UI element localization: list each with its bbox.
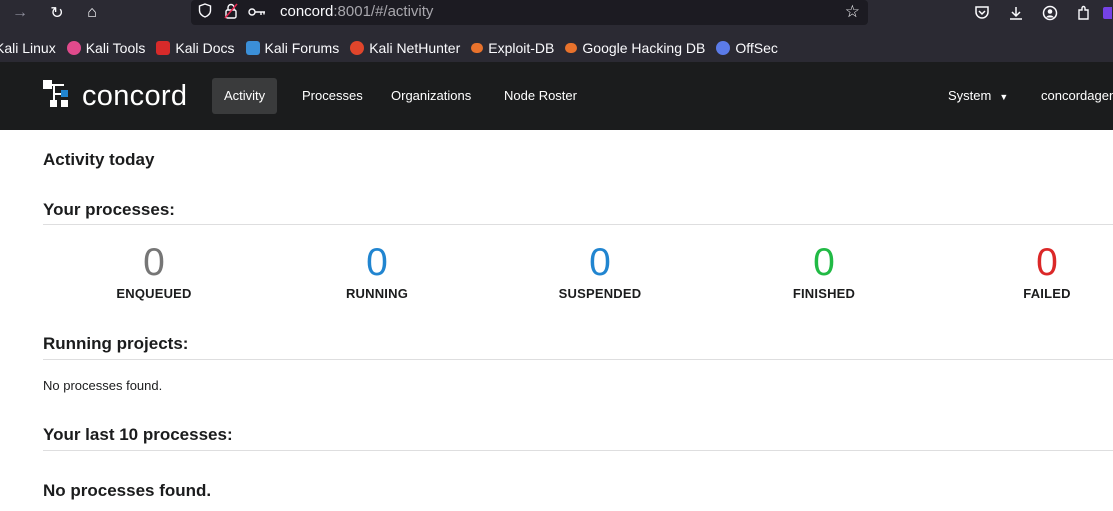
nav-activity[interactable]: Activity [212, 78, 278, 114]
nav-node-roster-label: Node Roster [504, 88, 577, 103]
profile-badge-icon[interactable] [1101, 0, 1113, 25]
kali-forums-favicon [245, 41, 260, 55]
bookmark-kali-tools[interactable]: Kali Tools [66, 40, 146, 56]
concord-logo[interactable]: concord [40, 77, 187, 116]
nav-organizations-label: Organizations [391, 88, 472, 103]
running-projects-heading: Running projects: [43, 334, 189, 353]
stat-suspended[interactable]: 0 SUSPENDED [500, 241, 700, 302]
stat-label: ENQUEUED [116, 286, 192, 301]
last-processes-heading: Your last 10 processes: [43, 425, 233, 444]
home-icon[interactable]: ⌂ [79, 0, 105, 25]
shield-icon[interactable] [198, 3, 212, 22]
url-path: :8001/#/activity [333, 3, 434, 20]
your-processes-heading: Your processes: [43, 200, 175, 219]
stat-value: 0 [143, 241, 165, 284]
bookmark-kali-forums[interactable]: Kali Forums [245, 40, 340, 56]
divider [43, 450, 1113, 451]
divider [43, 224, 1113, 225]
bookmark-label: Google Hacking DB [582, 40, 706, 56]
caret-down-icon: ▼ [999, 92, 1009, 102]
bookmark-offsec[interactable]: OffSec [716, 40, 778, 56]
stat-label: RUNNING [345, 286, 409, 301]
bookmark-label: Kali Linux [0, 40, 56, 56]
bookmark-kali-linux[interactable]: Kali Linux [0, 40, 56, 56]
stat-value: 0 [366, 241, 388, 284]
nav-processes[interactable]: Processes [290, 78, 375, 114]
url-text[interactable]: concord:8001/#/activity [280, 3, 433, 20]
extensions-icon[interactable] [1067, 0, 1101, 25]
url-bar[interactable]: concord:8001/#/activity ☆ [191, 0, 868, 25]
bookmark-label: Kali Docs [175, 40, 235, 56]
offsec-favicon [716, 41, 731, 55]
pocket-icon[interactable] [965, 0, 999, 25]
nav-node-roster[interactable]: Node Roster [492, 78, 589, 114]
kali-tools-favicon [66, 41, 81, 55]
stat-label: FINISHED [792, 286, 856, 301]
nav-user-menu[interactable]: concordagent [1029, 78, 1113, 114]
bookmark-label: Kali Forums [264, 40, 340, 56]
stat-finished[interactable]: 0 FINISHED [724, 241, 924, 302]
stat-running[interactable]: 0 RUNNING [277, 241, 477, 302]
page-title: Activity today [43, 150, 155, 169]
ghdb-favicon [565, 43, 578, 53]
toolbar-buttons [965, 0, 1113, 25]
bookmark-label: OffSec [735, 40, 778, 56]
insecure-lock-icon[interactable] [224, 2, 238, 23]
forward-icon[interactable]: → [7, 0, 33, 25]
stat-value: 0 [813, 241, 835, 284]
nav-user-label: concordagent [1041, 88, 1113, 103]
bookmark-label: Kali Tools [85, 40, 146, 56]
last-processes-empty: No processes found. [43, 481, 212, 500]
stat-label: FAILED [1023, 286, 1071, 301]
stat-value: 0 [1036, 241, 1058, 284]
key-icon[interactable] [248, 4, 266, 21]
browser-toolbar: → ↻ ⌂ concord:8001/#/activity ☆ [0, 0, 1113, 25]
app-navbar: concord Activity Processes Organizations… [0, 62, 1113, 130]
kali-docs-favicon [156, 41, 171, 55]
exploit-db-favicon [471, 43, 484, 53]
kali-nethunter-favicon [350, 41, 365, 55]
bookmark-kali-docs[interactable]: Kali Docs [156, 40, 235, 56]
divider [43, 359, 1113, 360]
stat-label: SUSPENDED [558, 286, 642, 301]
bookmarks-toolbar: Kali Linux Kali Tools Kali Docs Kali For… [0, 34, 1113, 62]
concord-logo-text: concord [82, 80, 188, 112]
concord-logo-icon [40, 77, 76, 116]
stat-failed[interactable]: 0 FAILED [947, 241, 1113, 302]
bookmark-kali-nethunter[interactable]: Kali NetHunter [350, 40, 460, 56]
stat-value: 0 [589, 241, 611, 284]
download-icon[interactable] [999, 0, 1033, 25]
nav-system-label: System [948, 88, 992, 103]
account-icon[interactable] [1033, 0, 1067, 25]
url-host: concord [280, 3, 334, 20]
bookmark-label: Exploit-DB [488, 40, 555, 56]
bookmark-label: Kali NetHunter [369, 40, 461, 56]
stat-enqueued[interactable]: 0 ENQUEUED [54, 241, 254, 302]
bookmark-google-hacking-db[interactable]: Google Hacking DB [565, 40, 705, 56]
running-projects-empty: No processes found. [43, 378, 163, 393]
bookmark-exploit-db[interactable]: Exploit-DB [471, 40, 554, 56]
nav-activity-label: Activity [224, 88, 266, 103]
reload-icon[interactable]: ↻ [44, 0, 70, 25]
nav-processes-label: Processes [302, 88, 363, 103]
bookmark-star-icon[interactable]: ☆ [845, 2, 860, 22]
nav-organizations[interactable]: Organizations [379, 78, 483, 114]
nav-system-dropdown[interactable]: System ▼ [936, 78, 1020, 114]
